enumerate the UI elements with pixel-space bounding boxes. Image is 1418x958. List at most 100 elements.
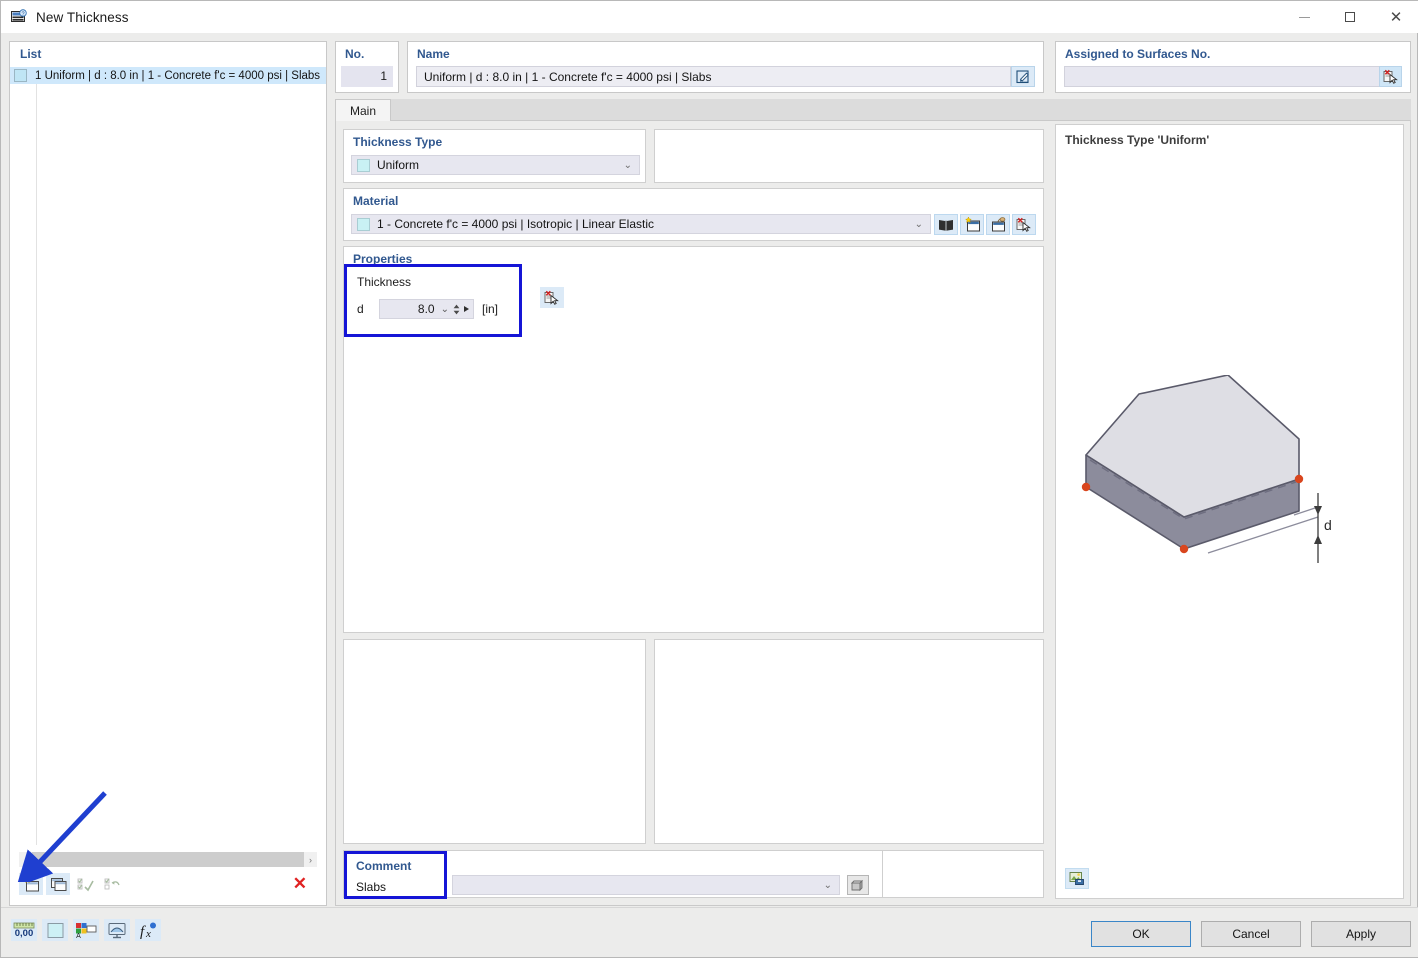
thickness-input[interactable]: 8.0 ⌄ — [379, 299, 474, 319]
list-panel-label: List — [10, 42, 326, 65]
new-thickness-dialog: ? New Thickness ✕ List 1 Uniform | d : 8… — [0, 0, 1418, 958]
fx-formula-icon[interactable]: f x — [135, 919, 161, 941]
svg-text:?: ? — [21, 11, 24, 17]
assigned-surfaces-input[interactable] — [1064, 66, 1382, 87]
delete-button[interactable]: ✕ — [293, 874, 317, 894]
apply-button[interactable]: Apply — [1311, 921, 1411, 947]
invert-selection-button[interactable] — [100, 873, 124, 895]
material-select[interactable]: 1 - Concrete f'c = 4000 psi | Isotropic … — [351, 214, 931, 234]
close-icon[interactable]: ✕ — [1373, 1, 1418, 33]
preview-title-value: 'Uniform' — [1158, 133, 1210, 147]
chevron-down-icon[interactable]: ⌄ — [441, 304, 449, 315]
dimension-label-d: d — [1324, 517, 1332, 533]
minimize-icon[interactable] — [1281, 1, 1327, 33]
list-body[interactable]: 1 Uniform | d : 8.0 in | 1 - Concrete f'… — [10, 67, 326, 845]
list-panel: List 1 Uniform | d : 8.0 in | 1 - Concre… — [9, 41, 327, 906]
number-input[interactable]: 1 — [341, 66, 393, 87]
book-library-icon[interactable] — [934, 214, 958, 235]
svg-text:A: A — [76, 933, 81, 939]
pick-material-icon[interactable] — [1012, 214, 1036, 235]
chevron-down-icon[interactable]: ⌄ — [624, 160, 632, 171]
comment-label: Comment — [356, 859, 411, 873]
material-buttons — [934, 214, 1036, 235]
lower-left-panel — [343, 639, 646, 844]
comment-highlight-box: Comment Slabs — [344, 851, 447, 899]
thickness-type-select[interactable]: Uniform ⌄ — [351, 155, 640, 175]
thickness-stepper[interactable] — [453, 304, 460, 315]
list-item[interactable]: 1 Uniform | d : 8.0 in | 1 - Concrete f'… — [10, 67, 326, 84]
material-swatch-icon — [357, 218, 370, 231]
chevron-down-icon[interactable]: ⌄ — [915, 219, 923, 230]
thickness-symbol: d — [357, 302, 379, 316]
edit-pencil-icon[interactable] — [1011, 66, 1035, 87]
maximize-icon[interactable] — [1327, 1, 1373, 33]
thickness-type-swatch-icon — [357, 159, 370, 172]
thickness-type-label: Thickness Type — [344, 130, 645, 149]
chevron-down-icon[interactable]: ⌄ — [824, 880, 832, 891]
thickness-type-side-panel — [654, 129, 1044, 183]
render-settings-icon[interactable] — [104, 919, 130, 941]
thickness-type-group: Thickness Type Uniform ⌄ — [343, 129, 646, 183]
material-value: 1 - Concrete f'c = 4000 psi | Isotropic … — [377, 217, 654, 231]
cancel-button[interactable]: Cancel — [1201, 921, 1301, 947]
assigned-surfaces-label: Assigned to Surfaces No. — [1056, 42, 1410, 61]
material-group: Material 1 - Concrete f'c = 4000 psi | I… — [343, 188, 1044, 241]
copy-thickness-button[interactable] — [46, 873, 70, 895]
thickness-highlight-box: Thickness d 8.0 ⌄ [in] — [344, 264, 522, 337]
title-bar: ? New Thickness ✕ — [1, 1, 1418, 33]
status-bar: 0,00 A — [1, 907, 1418, 957]
color-swatch-icon[interactable] — [42, 919, 68, 941]
list-toolbar: ✕ — [19, 871, 317, 897]
save-image-icon[interactable] — [1065, 868, 1089, 889]
scroll-right-icon[interactable]: › — [304, 855, 317, 865]
lower-right-panel — [654, 639, 1044, 844]
thickness-value: 8.0 — [418, 302, 435, 316]
svg-text:x: x — [145, 928, 151, 939]
expand-arrow-icon[interactable] — [463, 305, 470, 313]
preview-title: Thickness Type 'Uniform' — [1065, 133, 1209, 147]
material-label: Material — [344, 189, 1043, 208]
dialog-buttons: OK Cancel Apply — [1091, 921, 1411, 947]
pick-surfaces-icon[interactable] — [1379, 66, 1402, 87]
window-title: New Thickness — [36, 10, 129, 25]
scroll-thumb[interactable] — [32, 852, 304, 867]
assigned-surfaces-group: Assigned to Surfaces No. — [1055, 41, 1411, 93]
new-material-icon[interactable] — [960, 214, 984, 235]
list-column-divider — [36, 84, 37, 845]
number-field-group: No. 1 — [335, 41, 399, 93]
thickness-type-value: Uniform — [377, 158, 419, 172]
list-horizontal-scrollbar[interactable]: ‹ › — [19, 852, 317, 867]
comment-value: Slabs — [356, 880, 386, 894]
uniform-slab-3d: d — [1056, 375, 1405, 615]
pick-thickness-icon[interactable] — [540, 287, 564, 308]
number-label: No. — [336, 42, 398, 61]
properties-group: Properties Thickness d 8.0 ⌄ [in] — [343, 246, 1044, 633]
color-swatch-icon — [14, 69, 27, 82]
thickness-unit: [in] — [482, 302, 498, 316]
display-properties-icon[interactable]: A — [73, 919, 99, 941]
scroll-left-icon[interactable]: ‹ — [19, 855, 32, 865]
tab-strip: Main — [335, 99, 1411, 121]
window-controls: ✕ — [1281, 1, 1418, 33]
preview-title-prefix: Thickness Type — [1065, 133, 1154, 147]
check-all-button[interactable] — [73, 873, 97, 895]
tab-main[interactable]: Main — [335, 99, 391, 121]
status-bar-icons: 0,00 A — [11, 919, 161, 941]
thickness-row: d 8.0 ⌄ [in] — [357, 299, 498, 319]
decimals-0-00-icon[interactable]: 0,00 — [11, 919, 37, 941]
tab-main-label: Main — [350, 104, 376, 118]
name-field-group: Name Uniform | d : 8.0 in | 1 - Concrete… — [407, 41, 1044, 93]
comment-group: Comment Slabs ⌄ — [343, 850, 886, 898]
comment-library-icon[interactable] — [847, 875, 869, 895]
thickness-label: Thickness — [357, 275, 411, 289]
preview-panel: Thickness Type 'Uniform' d — [1055, 124, 1404, 899]
svg-text:0,00: 0,00 — [15, 928, 34, 939]
comment-side-panel — [882, 850, 1044, 898]
name-input[interactable]: Uniform | d : 8.0 in | 1 - Concrete f'c … — [416, 66, 1011, 87]
thickness-app-icon: ? — [11, 9, 27, 25]
edit-material-icon[interactable] — [986, 214, 1010, 235]
comment-select[interactable]: ⌄ — [452, 875, 840, 895]
name-label: Name — [408, 42, 1043, 61]
new-thickness-button[interactable] — [19, 873, 43, 895]
ok-button[interactable]: OK — [1091, 921, 1191, 947]
